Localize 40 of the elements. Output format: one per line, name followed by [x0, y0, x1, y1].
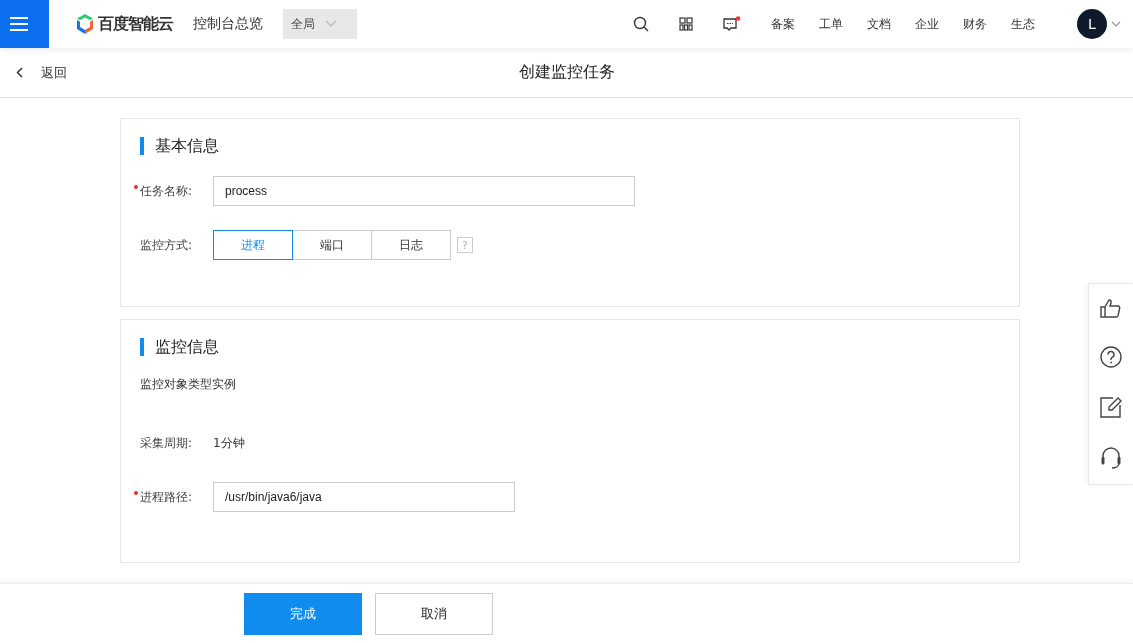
field-label: 进程路径:: [134, 488, 213, 506]
segment-option[interactable]: 端口: [292, 230, 372, 260]
field-value: 1分钟: [213, 434, 245, 452]
avatar[interactable]: L: [1077, 9, 1107, 39]
back-link[interactable]: 返回: [16, 63, 67, 82]
edit-icon[interactable]: [1100, 396, 1122, 418]
segment-option[interactable]: 日志: [371, 230, 451, 260]
submit-button[interactable]: 完成: [244, 592, 362, 635]
nav-link[interactable]: 企业: [915, 15, 939, 33]
nav-link[interactable]: 工单: [819, 15, 843, 33]
thumbs-up-icon[interactable]: [1100, 298, 1122, 318]
nav-link[interactable]: 文档: [867, 15, 891, 33]
chevron-left-icon: [16, 67, 23, 78]
console-overview-link[interactable]: 控制台总览: [193, 15, 263, 33]
section-title: 基本信息: [140, 137, 1019, 155]
cube-logo-icon: [75, 13, 95, 35]
field-label: 采集周期:: [139, 435, 194, 452]
section-title: 监控信息: [140, 338, 1019, 356]
text-input-field[interactable]: process: [213, 176, 635, 206]
headset-icon[interactable]: [1100, 446, 1122, 470]
page-title: 创建监控任务: [518, 62, 615, 83]
section-note: 监控对象类型实例: [140, 376, 237, 393]
help-icon[interactable]: [1100, 346, 1122, 368]
menu-button[interactable]: [0, 0, 49, 48]
chevron-down-icon[interactable]: [1111, 21, 1121, 27]
menu-icon: [8, 16, 29, 32]
message-icon[interactable]: [723, 16, 741, 32]
search-icon[interactable]: [633, 16, 649, 32]
grid-icon[interactable]: [679, 17, 693, 31]
nav-link[interactable]: 生态: [1011, 15, 1035, 33]
brand-name: 百度智能云: [98, 13, 173, 35]
cancel-button[interactable]: 取消: [375, 592, 493, 635]
nav-link[interactable]: 财务: [963, 15, 987, 33]
text-input-field[interactable]: /usr/bin/java6/java: [213, 482, 515, 512]
segment-option[interactable]: 进程: [213, 230, 293, 260]
nav-link[interactable]: 备案: [771, 15, 795, 33]
field-label: 任务名称:: [134, 182, 213, 200]
field-label: 监控方式:: [139, 237, 194, 254]
region-dropdown[interactable]: 全局: [283, 9, 357, 39]
chevron-down-icon: [325, 20, 337, 28]
